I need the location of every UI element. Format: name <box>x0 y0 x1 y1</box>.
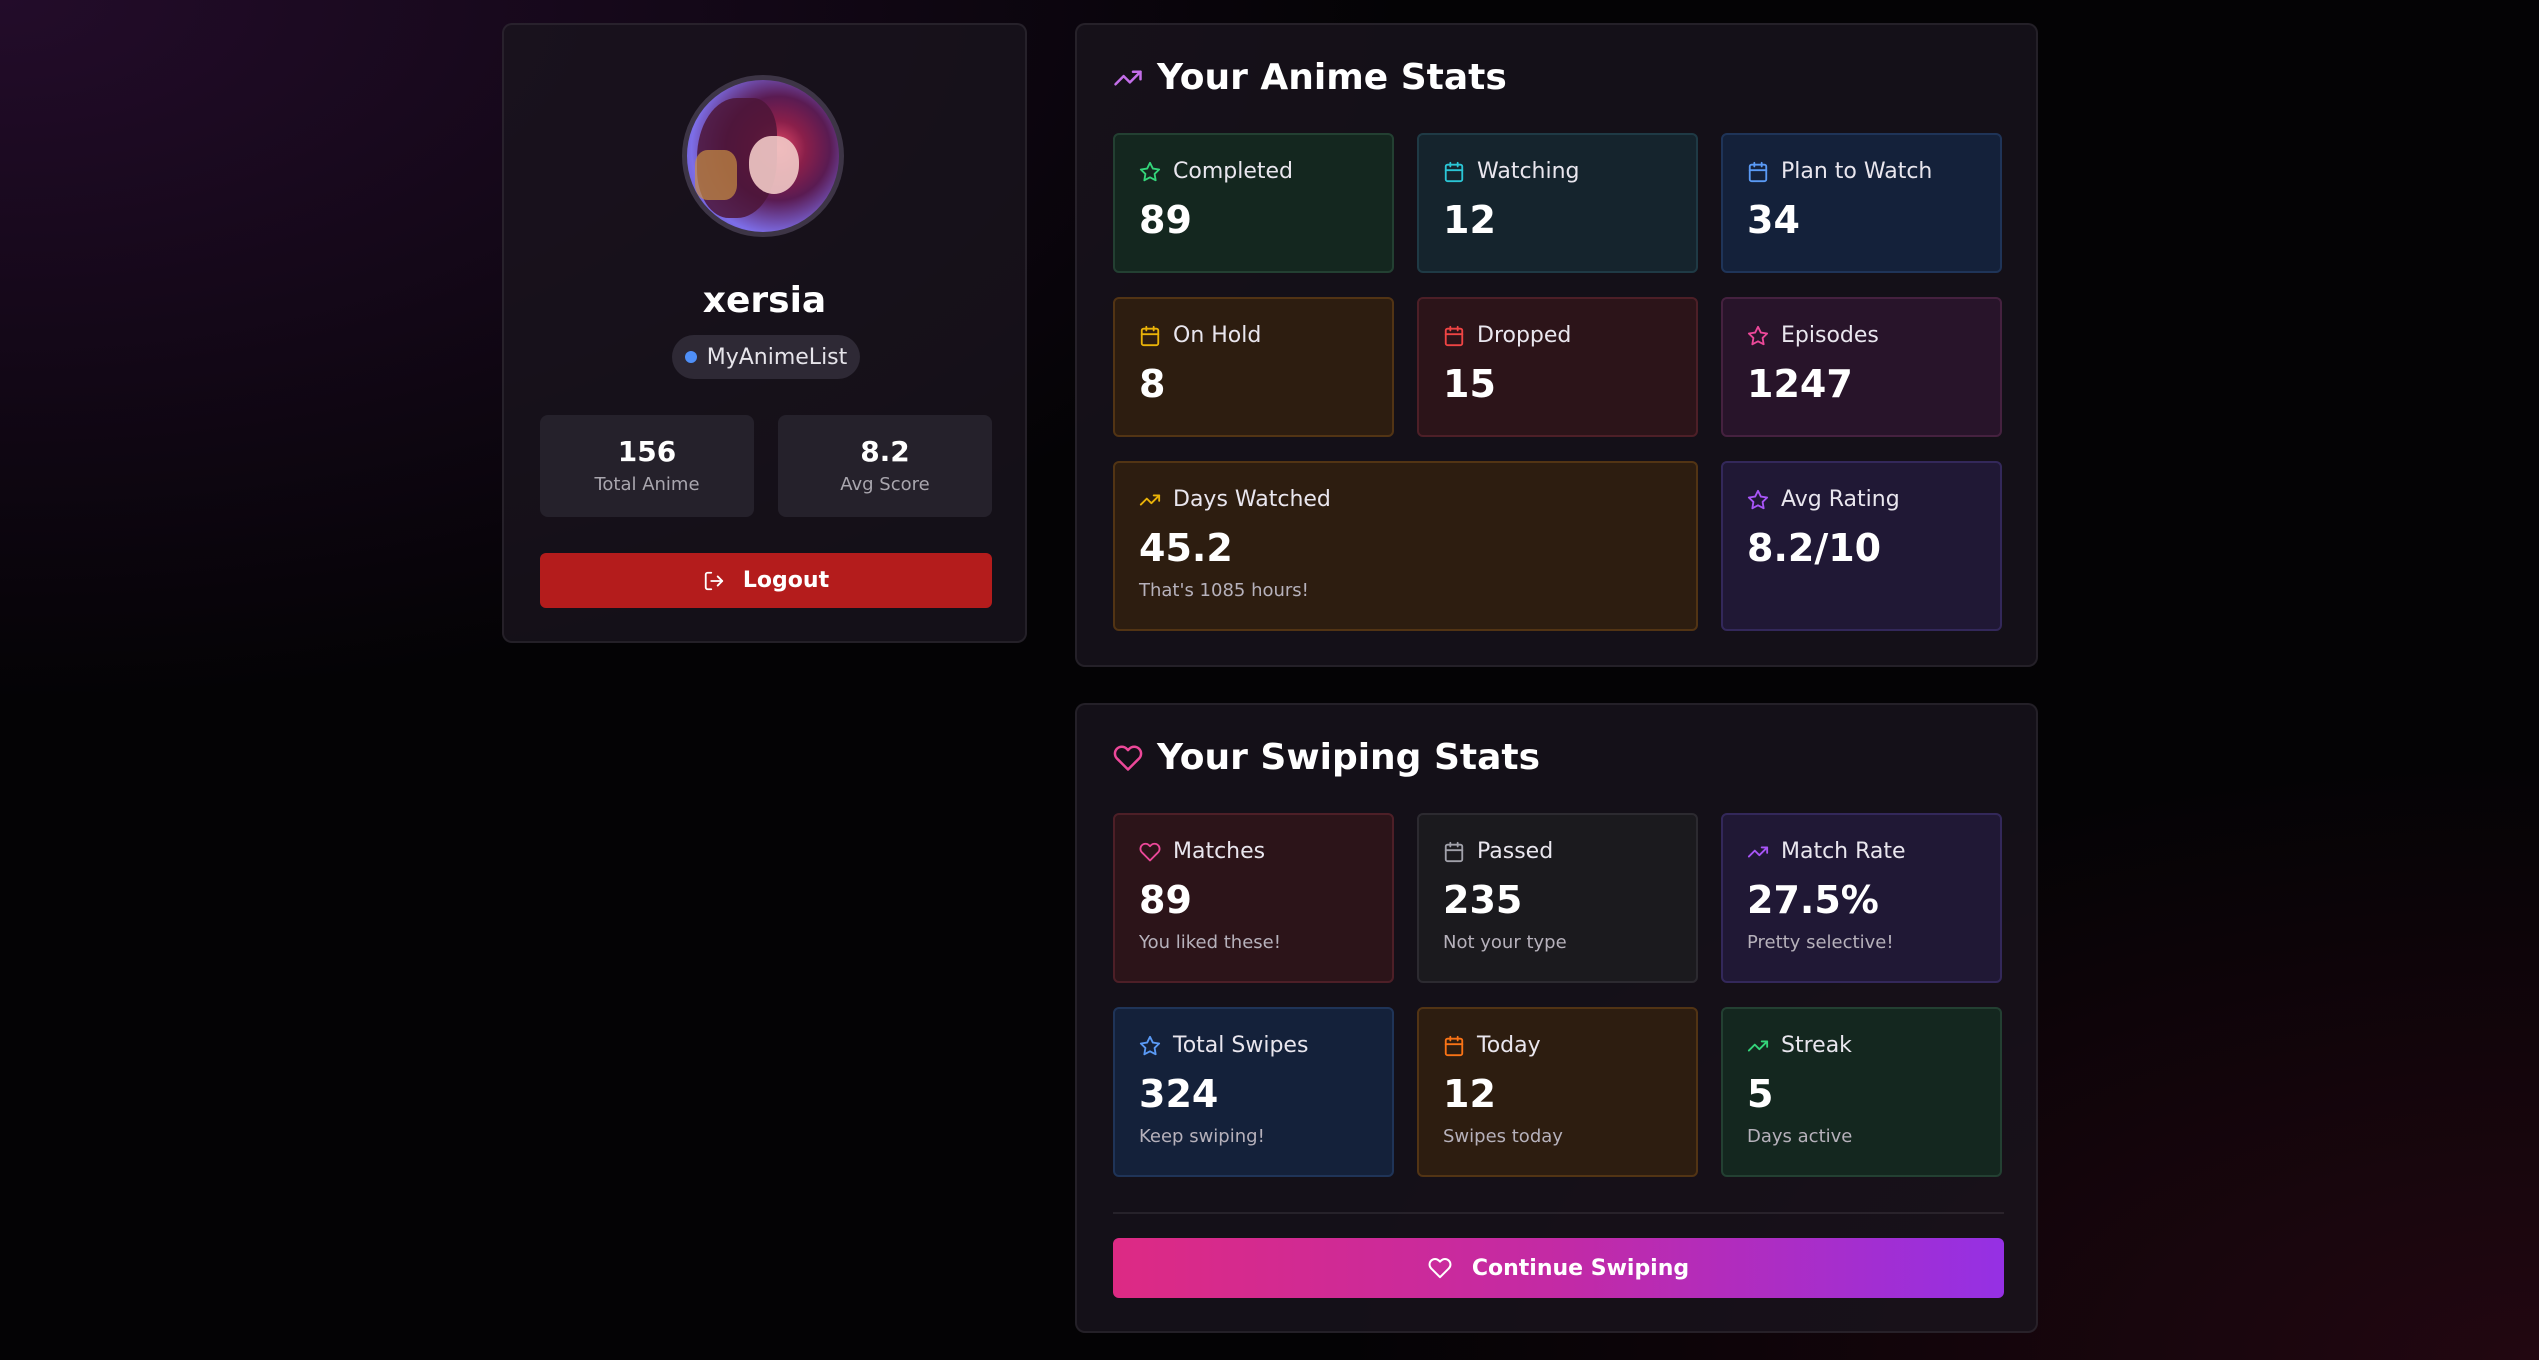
tile-label: Passed <box>1477 839 1554 864</box>
stat-tile-on-hold: On Hold 8 <box>1113 297 1394 437</box>
tile-subtext: That's 1085 hours! <box>1139 580 1309 601</box>
tile-label: Match Rate <box>1781 839 1906 864</box>
stat-tile-days-watched: Days Watched 45.2 That's 1085 hours! <box>1113 461 1698 631</box>
stat-value: 156 <box>617 435 677 468</box>
stat-tile-streak: Streak 5 Days active <box>1721 1007 2002 1177</box>
heart-icon <box>1113 743 1143 773</box>
tile-label: Matches <box>1173 839 1266 864</box>
tile-label: On Hold <box>1173 323 1262 348</box>
continue-swiping-button[interactable]: Continue Swiping <box>1113 1238 2004 1298</box>
trending-up-icon <box>1113 63 1143 93</box>
stat-value: 8.2 <box>860 435 910 468</box>
stat-tile-plan-to-watch: Plan to Watch 34 <box>1721 133 2002 273</box>
star-icon <box>1139 161 1161 183</box>
calendar-icon <box>1139 325 1161 347</box>
avg-score-stat: 8.2 Avg Score <box>778 415 992 517</box>
trending-up-icon <box>1747 841 1769 863</box>
tile-label: Plan to Watch <box>1781 159 1933 184</box>
tile-value: 8 <box>1139 362 1166 406</box>
calendar-icon <box>1443 325 1465 347</box>
logout-label: Logout <box>742 568 830 593</box>
tile-value: 89 <box>1139 198 1192 242</box>
stat-tile-completed: Completed 89 <box>1113 133 1394 273</box>
stat-tile-today: Today 12 Swipes today <box>1417 1007 1698 1177</box>
tile-value: 12 <box>1443 1072 1496 1116</box>
anime-stats-heading: Your Anime Stats <box>1113 57 1507 98</box>
star-icon <box>1747 489 1769 511</box>
tile-subtext: Not your type <box>1443 932 1567 953</box>
tile-subtext: Swipes today <box>1443 1126 1563 1147</box>
divider <box>1113 1212 2004 1214</box>
stat-tile-watching: Watching 12 <box>1417 133 1698 273</box>
status-dot-icon <box>684 351 697 363</box>
source-badge: MyAnimeList <box>672 335 860 379</box>
tile-label: Watching <box>1477 159 1580 184</box>
tile-subtext: Pretty selective! <box>1747 932 1894 953</box>
heart-icon <box>1428 1256 1452 1280</box>
tile-value: 15 <box>1443 362 1496 406</box>
star-icon <box>1139 1035 1161 1057</box>
calendar-icon <box>1747 161 1769 183</box>
calendar-icon <box>1443 841 1465 863</box>
logout-icon <box>703 570 725 592</box>
tile-value: 235 <box>1443 878 1523 922</box>
anime-stats-card: Your Anime Stats Completed 89 Watching 1… <box>1075 23 2038 667</box>
tile-value: 12 <box>1443 198 1496 242</box>
calendar-icon <box>1443 1035 1465 1057</box>
tile-value: 5 <box>1747 1072 1774 1116</box>
stat-tile-match-rate: Match Rate 27.5% Pretty selective! <box>1721 813 2002 983</box>
swiping-stats-card: Your Swiping Stats Matches 89 You liked … <box>1075 703 2038 1333</box>
stat-tile-total-swipes: Total Swipes 324 Keep swiping! <box>1113 1007 1394 1177</box>
tile-label: Dropped <box>1477 323 1572 348</box>
tile-value: 89 <box>1139 878 1192 922</box>
stat-tile-episodes: Episodes 1247 <box>1721 297 2002 437</box>
stat-tile-avg-rating: Avg Rating 8.2/10 <box>1721 461 2002 631</box>
tile-value: 324 <box>1139 1072 1219 1116</box>
tile-label: Today <box>1477 1033 1541 1058</box>
stat-tile-dropped: Dropped 15 <box>1417 297 1698 437</box>
logout-button[interactable]: Logout <box>540 553 992 608</box>
tile-value: 1247 <box>1747 362 1853 406</box>
star-icon <box>1747 325 1769 347</box>
tile-label: Total Swipes <box>1173 1033 1309 1058</box>
tile-subtext: Keep swiping! <box>1139 1126 1265 1147</box>
trending-up-icon <box>1139 489 1161 511</box>
continue-swiping-label: Continue Swiping <box>1471 1255 1690 1281</box>
stat-tile-passed: Passed 235 Not your type <box>1417 813 1698 983</box>
trending-up-icon <box>1747 1035 1769 1057</box>
tile-subtext: You liked these! <box>1139 932 1281 953</box>
calendar-icon <box>1443 161 1465 183</box>
tile-value: 8.2/10 <box>1747 526 1882 570</box>
tile-value: 27.5% <box>1747 878 1879 922</box>
tile-value: 45.2 <box>1139 526 1233 570</box>
stat-label: Total Anime <box>594 474 700 495</box>
stat-tile-matches: Matches 89 You liked these! <box>1113 813 1394 983</box>
total-anime-stat: 156 Total Anime <box>540 415 754 517</box>
profile-card: xersia MyAnimeList 156 Total Anime 8.2 A… <box>502 23 1027 643</box>
tile-label: Episodes <box>1781 323 1879 348</box>
swiping-stats-title: Your Swiping Stats <box>1157 737 1541 778</box>
tile-value: 34 <box>1747 198 1800 242</box>
anime-stats-title: Your Anime Stats <box>1157 57 1507 98</box>
stat-label: Avg Score <box>840 474 930 495</box>
tile-label: Days Watched <box>1173 487 1331 512</box>
tile-label: Avg Rating <box>1781 487 1900 512</box>
tile-label: Streak <box>1781 1033 1852 1058</box>
swiping-stats-heading: Your Swiping Stats <box>1113 737 1540 778</box>
tile-subtext: Days active <box>1747 1126 1853 1147</box>
heart-icon <box>1139 841 1161 863</box>
source-label: MyAnimeList <box>706 344 848 370</box>
avatar <box>682 75 844 237</box>
username: xersia <box>702 280 827 321</box>
tile-label: Completed <box>1173 159 1293 184</box>
